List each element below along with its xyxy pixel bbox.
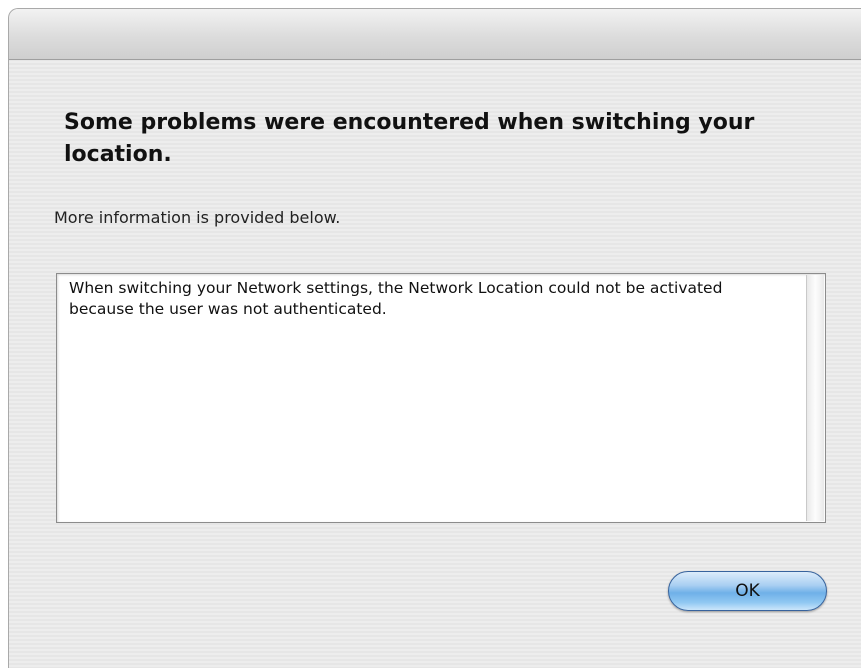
- details-text-area[interactable]: When switching your Network settings, th…: [56, 273, 826, 523]
- ok-button-label: OK: [735, 581, 760, 601]
- dialog-heading: Some problems were encountered when swit…: [64, 110, 755, 167]
- details-text: When switching your Network settings, th…: [69, 279, 723, 318]
- ok-button[interactable]: OK: [668, 571, 827, 611]
- alert-dialog: Some problems were encountered when swit…: [8, 8, 861, 668]
- dialog-titlebar[interactable]: [9, 9, 861, 60]
- dialog-subtext: More information is provided below.: [54, 208, 341, 227]
- vertical-scrollbar[interactable]: [806, 275, 824, 521]
